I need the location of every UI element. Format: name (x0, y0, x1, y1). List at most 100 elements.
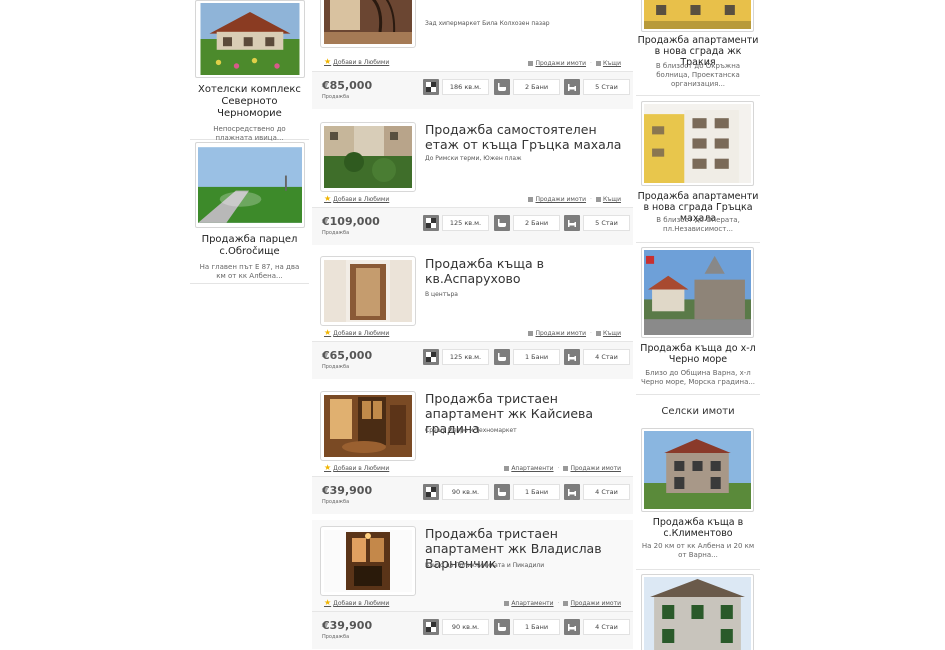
listing-card[interactable]: ★ Добави в Любими Продажба тристаен апарт… (312, 520, 633, 649)
house-photo[interactable] (641, 428, 754, 512)
photo-image (324, 530, 412, 592)
listing-photo[interactable] (320, 256, 416, 326)
area-chip: 125 кв.м. (423, 349, 489, 365)
area-chip: 90 кв.м. (423, 484, 489, 500)
area-chip: 186 кв.м. (423, 79, 489, 95)
right-featured-card[interactable] (636, 570, 760, 650)
photo-image (324, 395, 412, 457)
price-type: Продажба (322, 230, 350, 236)
right-featured-card[interactable]: Продажба къща в с.Климентово На 20 км от… (636, 424, 760, 569)
listing-photo[interactable] (320, 391, 416, 461)
apartment-building-photo[interactable] (641, 101, 754, 186)
category-link[interactable]: Къщи (595, 60, 621, 67)
category-link[interactable]: Продажи имоти (528, 196, 586, 203)
house-photo[interactable] (641, 247, 754, 338)
divider (636, 394, 760, 395)
right-card-desc: В близост до Операта, пл.Независимост... (656, 216, 740, 233)
apartment-building-photo[interactable] (641, 0, 754, 32)
right-featured-card[interactable]: Продажба апартаменти в нова сграда Гръцк… (636, 96, 760, 242)
add-to-favorites-link[interactable]: ★ Добави в Любими (324, 598, 389, 607)
listing-title[interactable]: Продажба самостоятелен етаж от къща Гръц… (425, 122, 630, 152)
area-icon (423, 215, 439, 231)
listing-card[interactable]: ★ Добави в Любими Продажба тристаен апарт… (312, 385, 633, 514)
bath-chip: 2 Бани (494, 215, 560, 231)
listing-card[interactable]: ★ Добави в Любими Продажба къща в кв.Аспа… (312, 250, 633, 379)
price-type: Продажба (322, 499, 350, 505)
add-to-favorites-link[interactable]: ★ Добави в Любими (324, 194, 389, 203)
price: €39,900 (322, 484, 373, 497)
category-icon (504, 466, 510, 471)
price-type: Продажба (322, 634, 350, 640)
listing-footer: €65,000 Продажба 125 кв.м. 1 Бани 4 Стаи (312, 341, 633, 379)
category-icon (595, 331, 601, 336)
right-card-desc: Близо до Община Варна, х-л Черно море, М… (640, 369, 756, 386)
left-card-title[interactable]: Хотелски комплекс Северното Черноморие (190, 84, 309, 120)
listing-title[interactable]: Продажба къща в кв.Аспарухово (425, 256, 630, 286)
bed-icon (564, 349, 580, 365)
price: €39,900 (322, 619, 373, 632)
listing-card[interactable]: ★ Добави в Любими Зад хипермаркет Била Ко… (312, 0, 633, 109)
listing-categories: Апартаменти · Продажи имоти (504, 600, 621, 607)
left-card-title[interactable]: Продажба парцел с.Обročище (190, 234, 309, 258)
listing-footer: €85,000 Продажба 186 кв.м. 2 Бани 5 Стаи (312, 71, 633, 109)
bath-icon (494, 619, 510, 635)
star-icon: ★ (324, 598, 332, 607)
listing-photo[interactable] (320, 526, 416, 596)
listing-photo[interactable] (320, 122, 416, 192)
page: { "left_sidebar": [ {"title": "Хотелски … (0, 0, 945, 650)
listing-card[interactable]: ★ Добави в Любими Продажба самостоятелен … (312, 116, 633, 245)
left-sidebar: Хотелски комплекс Северното Черноморие Н… (190, 0, 309, 284)
listing-photo[interactable] (320, 0, 416, 48)
star-icon: ★ (324, 328, 332, 337)
plot-photo[interactable] (194, 142, 305, 228)
section-title[interactable]: Селски имоти (636, 406, 760, 417)
category-link[interactable]: Продажи имоти (563, 465, 621, 472)
left-featured-card[interactable]: Продажба парцел с.Обročище На главен път… (190, 140, 309, 284)
right-featured-card[interactable]: Продажба къща до х-л Черно море Близо до… (636, 243, 760, 394)
bath-chip: 1 Бани (494, 349, 560, 365)
bed-icon (564, 484, 580, 500)
category-link[interactable]: Продажи имоти (563, 600, 621, 607)
add-to-favorites-link[interactable]: ★ Добави в Любими (324, 328, 389, 337)
category-link[interactable]: Къщи (595, 330, 621, 337)
rooms-chip: 5 Стаи (564, 79, 630, 95)
category-link[interactable]: Продажи имоти (528, 330, 586, 337)
right-card-desc: В близост до Окръжна болница, Проектанск… (655, 62, 741, 88)
category-icon (528, 197, 534, 202)
rooms-chip: 5 Стаи (564, 215, 630, 231)
photo-image (324, 260, 412, 322)
house-photo[interactable] (641, 574, 754, 650)
listing-footer: €109,000 Продажба 125 кв.м. 2 Бани 5 Ста… (312, 207, 633, 245)
bed-icon (564, 79, 580, 95)
price: €85,000 (322, 79, 373, 92)
rooms-chip: 4 Стаи (564, 619, 630, 635)
bed-icon (564, 215, 580, 231)
area-icon (423, 619, 439, 635)
listing-categories: Продажи имоти · Къщи (528, 330, 621, 337)
rooms-chip: 4 Стаи (564, 484, 630, 500)
add-to-favorites-link[interactable]: ★ Добави в Любими (324, 57, 389, 66)
category-link[interactable]: Апартаменти (504, 600, 554, 607)
right-card-title[interactable]: Продажба къща в с.Климентово (636, 517, 760, 539)
category-icon (528, 331, 534, 336)
price-type: Продажба (322, 94, 350, 100)
category-link[interactable]: Апартаменти (504, 465, 554, 472)
listing-location: В центъра (425, 291, 458, 298)
bath-chip: 2 Бани (494, 79, 560, 95)
category-icon (528, 61, 534, 66)
category-icon (504, 601, 510, 606)
category-link[interactable]: Къщи (595, 196, 621, 203)
right-featured-card[interactable]: Продажба апартаменти в нова сграда жк Тр… (636, 0, 760, 95)
hotel-photo[interactable] (194, 0, 305, 78)
left-card-desc: На главен път Е 87, на два км от кк Албе… (199, 263, 300, 280)
bath-icon (494, 349, 510, 365)
price: €109,000 (322, 215, 380, 228)
photo-image (324, 0, 412, 44)
left-featured-card[interactable]: Хотелски комплекс Северното Черноморие Н… (190, 0, 309, 142)
add-to-favorites-link[interactable]: ★ Добави в Любими (324, 463, 389, 472)
category-link[interactable]: Продажи имоти (528, 60, 586, 67)
bath-chip: 1 Бани (494, 484, 560, 500)
right-card-title[interactable]: Продажба къща до х-л Черно море (636, 343, 760, 365)
area-icon (423, 79, 439, 95)
category-icon (595, 61, 601, 66)
